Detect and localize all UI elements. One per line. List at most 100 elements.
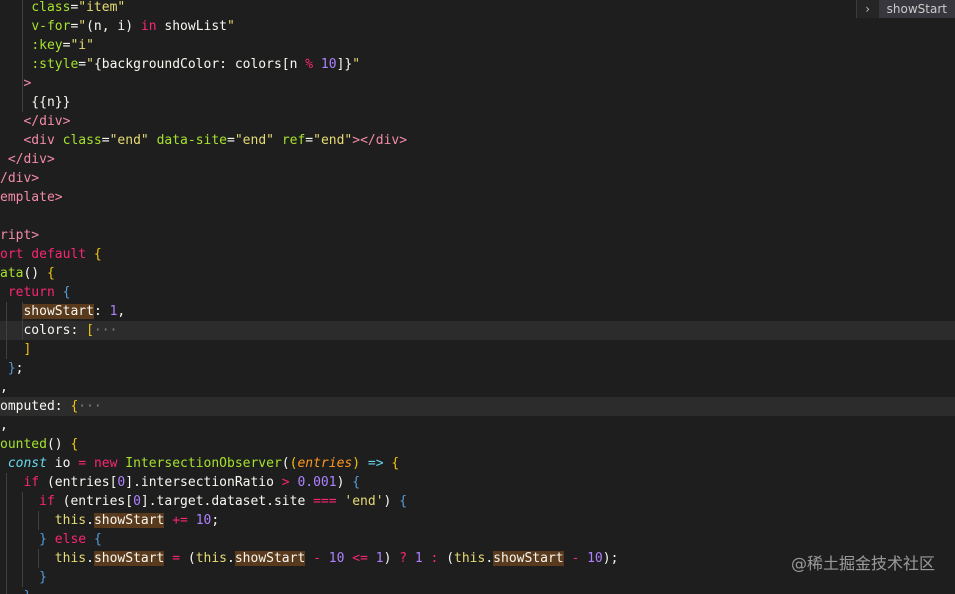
code-token: " [227,19,235,34]
code-token: 10 [320,57,337,72]
code-line[interactable]: {{n}} [0,93,955,112]
code-token: - [313,551,321,566]
code-token: > [281,475,290,490]
code-token: ] [23,342,32,357]
code-token: class [62,133,102,148]
code-token: ) [352,456,361,471]
code-line[interactable]: this.showStart += 10; [0,511,955,530]
code-line[interactable]: ata() { [0,264,955,283]
code-token: 10 [328,551,345,566]
code-line[interactable]: </div> [0,112,955,131]
code-text: } [0,587,31,594]
code-token: ref [281,133,306,148]
code-line[interactable] [0,207,955,226]
code-token: () [23,266,47,281]
code-line[interactable]: :style="{backgroundColor: colors[n % 10]… [0,55,955,74]
code-text: </div> [0,112,70,131]
code-token: = [227,133,235,148]
code-line[interactable]: :key="i" [0,36,955,55]
code-token: { [93,532,102,547]
code-line[interactable]: omputed: {··· [0,397,955,416]
code-token: in [140,19,157,34]
code-text: if (entries[0].intersectionRatio > 0.001… [0,473,360,492]
code-line[interactable]: colors: [··· [0,321,955,340]
code-line[interactable]: /div> [0,169,955,188]
code-line[interactable]: </div> [0,150,955,169]
code-line[interactable]: class="item" [0,0,955,17]
code-token: "end" [313,133,353,148]
code-line[interactable]: }; [0,359,955,378]
code-text: omputed: {··· [0,397,102,416]
code-token: { [62,285,71,300]
code-text: this.showStart += 10; [0,511,219,530]
code-line[interactable]: return { [0,283,955,302]
code-line[interactable]: > [0,74,955,93]
code-token: } [7,361,16,376]
code-line[interactable]: const io = new IntersectionObserver((ent… [0,454,955,473]
code-token: emplate> [0,190,63,205]
code-token: = [305,133,314,148]
code-text: this.showStart = (this.showStart - 10 <=… [0,549,618,568]
code-text: } else { [0,530,102,549]
code-token: ounted [0,437,47,452]
code-token: </div> [23,114,71,129]
code-token: { [352,475,361,490]
code-token: this [54,551,87,566]
code-token: ; [15,361,24,376]
code-editor[interactable]: class="item" v-for="(n, i) in showList" … [0,0,955,594]
code-token: ··· [78,399,102,414]
code-token: ) [336,475,353,490]
breadcrumb-symbol[interactable]: showStart [878,0,955,18]
code-token: { [46,266,55,281]
code-text: ounted() { [0,435,78,454]
watermark: @稀土掘金技术社区 [790,554,935,573]
code-token: if [23,475,40,490]
code-token: ata [0,266,24,281]
code-line[interactable]: ort default { [0,245,955,264]
code-text: , [0,416,8,435]
code-token: 'end' [344,494,384,509]
code-token: ript> [0,228,40,243]
code-line[interactable]: v-for="(n, i) in showList" [0,17,955,36]
code-token: = [172,551,181,566]
code-token: = [78,456,87,471]
code-line[interactable]: , [0,378,955,397]
code-line[interactable]: if (entries[0].intersectionRatio > 0.001… [0,473,955,492]
code-token: :style [31,57,79,72]
code-token: new [93,456,118,471]
code-token: . [86,551,94,566]
code-line[interactable]: ript> [0,226,955,245]
code-line[interactable]: <div class="end" data-site="end" ref="en… [0,131,955,150]
code-token: ></div> [352,133,408,148]
code-line[interactable]: } [0,587,955,594]
code-token: /div> [0,171,40,186]
code-line[interactable]: emplate> [0,188,955,207]
code-token: ? [399,551,408,566]
code-line[interactable]: showStart: 1, [0,302,955,321]
code-line[interactable]: ] [0,340,955,359]
code-token: "end" [109,133,157,148]
code-line[interactable]: ounted() { [0,435,955,454]
code-token: omputed: [0,399,71,414]
code-token: > [23,76,32,91]
code-line[interactable]: } else { [0,530,955,549]
code-line[interactable]: , [0,416,955,435]
code-token: } [23,589,31,594]
code-token: 10 [587,551,603,566]
code-token: ( [281,456,290,471]
code-line[interactable]: if (entries[0].target.dataset.site === '… [0,492,955,511]
code-text: colors: [··· [0,321,117,340]
